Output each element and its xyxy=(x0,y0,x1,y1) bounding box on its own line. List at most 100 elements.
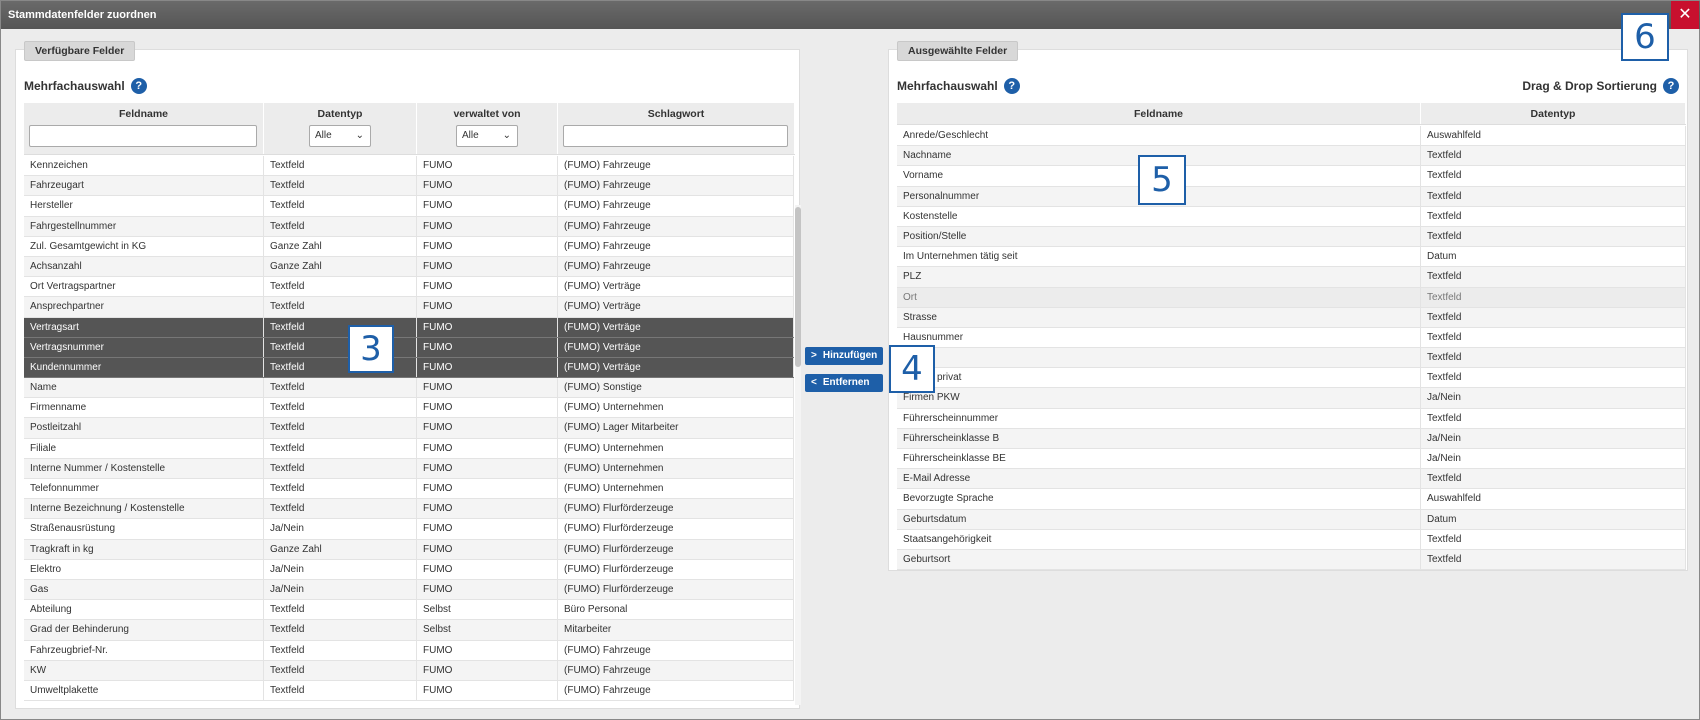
table-row[interactable]: Personalnummer Textfeld xyxy=(897,186,1686,207)
table-row[interactable]: Position/Stelle Textfeld xyxy=(897,226,1686,248)
table-cell: Textfeld xyxy=(264,660,417,680)
table-row[interactable]: PLZ Textfeld xyxy=(897,267,1686,288)
table-row[interactable]: Führerscheinnummer Textfeld xyxy=(897,408,1686,429)
table-row[interactable]: Führerscheinklasse B Ja/Nein xyxy=(897,428,1686,449)
datentyp-filter-select[interactable]: Alle ⌄ xyxy=(309,125,371,147)
table-row[interactable]: Vertragsnummer Textfeld FUMO (FUMO) Verträg… xyxy=(24,337,794,358)
table-cell: Textfeld xyxy=(264,438,417,458)
table-row[interactable]: Kostenstelle Textfeld xyxy=(897,206,1686,227)
table-cell: FUMO xyxy=(417,317,558,337)
table-row[interactable]: Vorname Textfeld xyxy=(897,166,1686,187)
table-cell: Textfeld xyxy=(1421,287,1686,307)
table-cell: (FUMO) Verträge xyxy=(558,357,794,378)
help-icon[interactable]: ? xyxy=(1663,78,1679,94)
table-cell: Ja/Nein xyxy=(264,519,417,539)
table-row[interactable]: Zul. Gesamtgewicht in KG Ganze Zahl FUMO (F… xyxy=(24,236,794,257)
table-row[interactable]: Abteilung Textfeld Selbst Büro Personal xyxy=(24,600,794,621)
table-row[interactable]: Postleitzahl Textfeld FUMO (FUMO) Lager Mit… xyxy=(24,418,794,439)
table-row[interactable]: Interne Nummer / Kostenstelle Textfeld FUM… xyxy=(24,458,794,479)
schlagwort-filter-input[interactable] xyxy=(563,125,788,147)
scrollbar-thumb[interactable] xyxy=(795,207,801,367)
table-cell: (FUMO) Fahrzeuge xyxy=(558,640,794,660)
feldname-filter-input[interactable] xyxy=(29,125,257,147)
col-feldname-label: Feldname xyxy=(118,108,168,120)
selected-fields-panel: Ausgewählte Felder Mehrfachauswahl ? Dra… xyxy=(888,41,1688,571)
verwaltet-filter-select[interactable]: Alle ⌄ xyxy=(456,125,518,147)
table-row[interactable]: Strasse Textfeld xyxy=(897,307,1686,328)
table-row[interactable]: Umweltplakette Textfeld FUMO (FUMO) Fahrzeu… xyxy=(24,680,794,702)
table-row[interactable]: Ort Vertragspartner Textfeld FUMO (FUMO) Ve… xyxy=(24,277,794,298)
table-row[interactable]: Bevorzugte Sprache Auswahlfeld xyxy=(897,489,1686,510)
table-row[interactable]: Straßenausrüstung Ja/Nein FUMO (FUMO) Flurf… xyxy=(24,519,794,540)
table-row[interactable]: Interne Bezeichnung / Kostenstelle Textfe… xyxy=(24,499,794,520)
drag-drop-label: Drag & Drop Sortierung ? xyxy=(1522,78,1679,94)
table-row[interactable]: Name Textfeld FUMO (FUMO) Sonstige xyxy=(24,378,794,399)
table-row[interactable]: Kennzeichen Textfeld FUMO (FUMO) Fahrzeuge xyxy=(24,156,794,177)
table-row[interactable]: Staatsangehörigkeit Textfeld xyxy=(897,529,1686,550)
table-row[interactable]: Grad der Behinderung Textfeld Selbst Mitarb… xyxy=(24,620,794,641)
table-row[interactable]: Tragkraft in kg Ganze Zahl FUMO (FUMO) Flur… xyxy=(24,539,794,560)
table-cell: (FUMO) Fahrzeuge xyxy=(558,176,794,196)
col-schlagwort: Schlagwort xyxy=(558,103,795,154)
help-icon[interactable]: ? xyxy=(1003,78,1020,94)
table-cell: Ort xyxy=(897,287,1421,307)
table-row[interactable]: Fahrgestellnummer Textfeld FUMO (FUMO) Fahr… xyxy=(24,216,794,237)
table-row[interactable]: privat Textfeld xyxy=(897,368,1686,389)
table-cell: Ja/Nein xyxy=(264,559,417,579)
table-row[interactable]: Hausnummer Textfeld xyxy=(897,327,1686,349)
available-fields-panel: Verfügbare Felder Mehrfachauswahl ? Feld… xyxy=(15,41,801,709)
table-row[interactable]: E-Mail Adresse Textfeld xyxy=(897,469,1686,490)
table-row[interactable]: Nachname Textfeld xyxy=(897,146,1686,167)
table-row[interactable]: KW Textfeld FUMO (FUMO) Fahrzeuge xyxy=(24,660,794,681)
remove-button-label: Entfernen xyxy=(822,377,870,388)
close-button[interactable]: ✕ xyxy=(1671,1,1699,29)
add-button[interactable]: > Hinzufügen xyxy=(805,347,883,365)
table-row[interactable]: Hersteller Textfeld FUMO (FUMO) Fahrzeuge xyxy=(24,196,794,217)
add-button-label: Hinzufügen xyxy=(822,350,878,361)
table-cell: Ort Vertragspartner xyxy=(24,277,264,297)
table-row[interactable]: Firmen PKW Ja/Nein xyxy=(897,388,1686,409)
table-row[interactable]: Im Unternehmen tätig seit Datum xyxy=(897,247,1686,268)
remove-button[interactable]: < Entfernen xyxy=(805,374,883,392)
table-row[interactable]: Fahrzeugbrief-Nr. Textfeld FUMO (FUMO) Fahr… xyxy=(24,640,794,661)
table-cell: Ja/Nein xyxy=(1421,388,1686,408)
table-cell: Strasse xyxy=(897,307,1421,327)
help-icon[interactable]: ? xyxy=(130,78,147,94)
table-cell: Telefonnummer xyxy=(24,479,264,499)
available-table-header: Feldname Datentyp Alle ⌄ verwaltet von Al… xyxy=(24,103,795,155)
table-cell: (FUMO) Verträge xyxy=(558,297,794,317)
table-cell: Filiale xyxy=(24,438,264,458)
table-row[interactable]: Geburtsort Textfeld xyxy=(897,549,1686,571)
table-row[interactable]: Achsanzahl Ganze Zahl FUMO (FUMO) Fahrzeuge xyxy=(24,256,794,278)
table-cell: Grad der Behinderung xyxy=(24,620,264,640)
col-feldname: Feldname xyxy=(24,103,264,154)
table-row[interactable]: Anrede/Geschlecht Auswahlfeld xyxy=(897,126,1686,147)
table-row[interactable]: Gas Ja/Nein FUMO (FUMO) Flurförderzeuge xyxy=(24,579,794,601)
table-row[interactable]: Führerscheinklasse BE Ja/Nein xyxy=(897,449,1686,470)
table-row[interactable]: Geburtsdatum Datum xyxy=(897,509,1686,530)
table-cell: Hersteller xyxy=(24,196,264,216)
table-row[interactable]: Kundennummer Textfeld FUMO (FUMO) Verträge xyxy=(24,357,794,379)
table-cell: (FUMO) Fahrzeuge xyxy=(558,236,794,256)
table-cell: Datum xyxy=(1421,247,1686,267)
table-row[interactable]: Textfeld xyxy=(897,348,1686,369)
table-cell: Textfeld xyxy=(1421,186,1686,206)
table-row[interactable]: Vertragsart Textfeld FUMO (FUMO) Verträge xyxy=(24,317,794,338)
table-row[interactable]: Ansprechpartner Textfeld FUMO (FUMO) Verträ… xyxy=(24,297,794,318)
table-cell: Kostenstelle xyxy=(897,206,1421,226)
table-cell: FUMO xyxy=(417,378,558,398)
table-cell: Textfeld xyxy=(1421,226,1686,247)
table-cell: Ja/Nein xyxy=(1421,449,1686,469)
table-cell: FUMO xyxy=(417,479,558,499)
table-cell: Textfeld xyxy=(264,680,417,701)
table-row[interactable]: Elektro Ja/Nein FUMO (FUMO) Flurförderzeuge xyxy=(24,559,794,580)
table-row[interactable]: Firmenname Textfeld FUMO (FUMO) Unternehmen xyxy=(24,398,794,419)
table-cell: Interne Nummer / Kostenstelle xyxy=(24,458,264,478)
table-cell: Fahrgestellnummer xyxy=(24,216,264,236)
table-row[interactable]: Fahrzeugart Textfeld FUMO (FUMO) Fahrzeuge xyxy=(24,176,794,197)
table-row[interactable]: Telefonnummer Textfeld FUMO (FUMO) Unterneh… xyxy=(24,479,794,500)
table-row[interactable]: Ort Textfeld xyxy=(897,287,1686,308)
table-row[interactable]: Filiale Textfeld FUMO (FUMO) Unternehmen xyxy=(24,438,794,459)
scrollbar[interactable] xyxy=(795,205,801,705)
table-cell: (FUMO) Unternehmen xyxy=(558,438,794,458)
